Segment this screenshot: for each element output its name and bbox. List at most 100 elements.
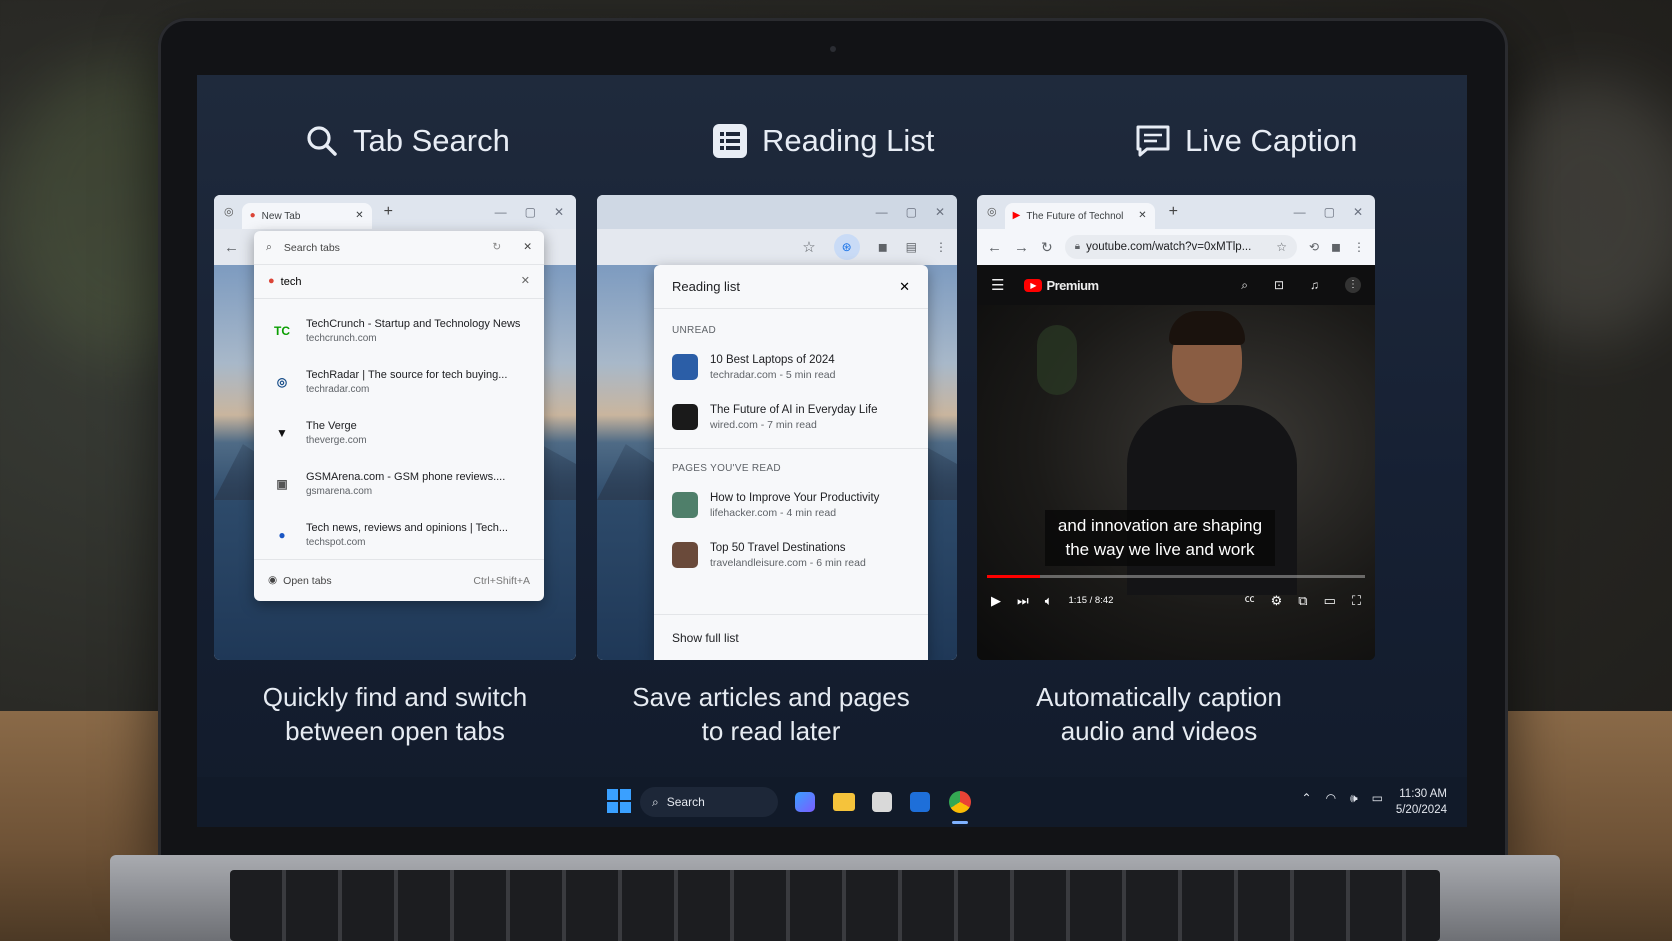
maximize-icon[interactable]: ▢ bbox=[525, 205, 536, 219]
reading-list-window: — ▢ ✕ ☆ ⊛ ◼ ▤ ⋮ Reading list ✕ UNREAD 10… bbox=[597, 195, 957, 660]
outlook-icon[interactable] bbox=[910, 792, 930, 812]
back-icon[interactable]: ← bbox=[987, 240, 1002, 255]
new-tab-icon[interactable]: + bbox=[384, 204, 393, 220]
chevron-up-icon[interactable]: ⌃ bbox=[1302, 792, 1312, 804]
play-icon[interactable]: ▶ bbox=[991, 594, 1001, 607]
taskbar-search-label: Search bbox=[666, 795, 705, 809]
chrome-menu-icon[interactable]: ◎ bbox=[224, 206, 234, 218]
reading-list-item[interactable]: How to Improve Your Productivity lifehack… bbox=[654, 480, 928, 530]
extension-icon[interactable]: ◼ bbox=[1331, 241, 1341, 253]
show-full-list-link[interactable]: Show full list bbox=[672, 631, 739, 645]
store-icon[interactable] bbox=[872, 792, 892, 812]
side-panel-icon[interactable]: ▤ bbox=[906, 241, 917, 253]
tab-result-item[interactable]: ● Tech news, reviews and opinions | Tech.… bbox=[254, 509, 544, 560]
tab-youtube[interactable]: ▶ The Future of Technol ✕ bbox=[1004, 203, 1155, 229]
window-controls: — ▢ ✕ bbox=[876, 205, 957, 219]
create-icon[interactable]: ⊡ bbox=[1274, 279, 1284, 291]
minimize-icon[interactable]: — bbox=[876, 205, 888, 219]
minimize-icon[interactable]: — bbox=[1294, 205, 1306, 219]
more-menu-icon[interactable]: ⋮ bbox=[1353, 241, 1365, 253]
miniplayer-icon[interactable]: ⧉ bbox=[1298, 594, 1307, 607]
refresh-icon[interactable]: ↻ bbox=[492, 242, 501, 253]
clear-query-icon[interactable]: ✕ bbox=[521, 276, 530, 287]
fullscreen-icon[interactable]: ⛶ bbox=[1352, 594, 1361, 607]
tab-result-text: TechRadar | The source for tech buying..… bbox=[306, 369, 507, 395]
result-url: techspot.com bbox=[306, 536, 366, 548]
clock[interactable]: 11:30 AM 5/20/2024 bbox=[1396, 786, 1447, 818]
address-bar[interactable]: 🔒︎ youtube.com/watch?v=0xMTlp... ☆ bbox=[1064, 235, 1297, 259]
new-tab-icon[interactable]: + bbox=[1169, 204, 1178, 220]
result-url: techradar.com bbox=[306, 383, 370, 395]
forward-icon[interactable]: → bbox=[1014, 240, 1029, 255]
chrome-menu-icon[interactable]: ◎ bbox=[987, 206, 997, 218]
close-window-icon[interactable]: ✕ bbox=[554, 205, 564, 219]
taskbar-search[interactable]: ⌕ Search bbox=[640, 787, 778, 817]
tab-result-item[interactable]: TC TechCrunch - Startup and Technology Ne… bbox=[254, 305, 544, 356]
feature-caption-reading-list: Save articles and pages to read later bbox=[632, 682, 910, 746]
close-popup-icon[interactable]: ✕ bbox=[523, 242, 532, 253]
open-tabs-footer[interactable]: ◉ Open tabs Ctrl+Shift+A bbox=[254, 559, 544, 601]
search-tabs-input[interactable]: Search tabs bbox=[284, 242, 340, 254]
battery-icon[interactable]: ▭ bbox=[1372, 792, 1383, 804]
volume-icon[interactable]: 🕪︎ bbox=[1350, 792, 1358, 804]
article-title: How to Improve Your Productivity bbox=[710, 491, 880, 504]
close-tab-icon[interactable]: ✕ bbox=[1138, 211, 1146, 221]
tab-result-item[interactable]: ▼ The Verge theverge.com bbox=[254, 407, 544, 458]
bookmark-star-icon[interactable]: ☆ bbox=[1276, 241, 1287, 253]
system-tray: ⌃ ◠ 🕪︎ ▭ bbox=[1302, 792, 1383, 804]
read-list: How to Improve Your Productivity lifehack… bbox=[654, 480, 928, 580]
close-tab-icon[interactable]: ✕ bbox=[355, 211, 363, 221]
wifi-icon[interactable]: ◠ bbox=[1326, 792, 1336, 804]
account-icon[interactable]: ⋮ bbox=[1345, 277, 1361, 293]
close-icon[interactable]: ✕ bbox=[899, 280, 910, 293]
reading-list-icon bbox=[713, 124, 747, 158]
result-title: TechCrunch - Startup and Technology News bbox=[306, 317, 521, 330]
tab-label: New Tab bbox=[261, 210, 301, 222]
close-window-icon[interactable]: ✕ bbox=[935, 205, 945, 219]
minimize-icon[interactable]: — bbox=[495, 205, 507, 219]
toolbar: ☆ ⊛ ◼ ▤ ⋮ bbox=[597, 229, 957, 265]
tab-result-text: Tech news, reviews and opinions | Tech..… bbox=[306, 522, 508, 548]
video-player[interactable]: and innovation are shaping the way we li… bbox=[977, 305, 1375, 660]
sync-icon[interactable]: ⟲ bbox=[1309, 241, 1319, 253]
youtube-icon: ▶ bbox=[1012, 210, 1021, 221]
copilot-icon[interactable] bbox=[795, 792, 815, 812]
next-icon[interactable]: ⏭︎ bbox=[1017, 594, 1029, 607]
back-icon[interactable]: ← bbox=[224, 240, 239, 255]
search-icon[interactable]: ⌕ bbox=[1241, 279, 1248, 291]
bookmark-star-icon[interactable]: ☆ bbox=[802, 240, 815, 255]
tab-strip: ◎ ▶ The Future of Technol ✕ + — ▢ ✕ bbox=[977, 195, 1375, 229]
file-explorer-icon[interactable] bbox=[833, 793, 855, 811]
reload-icon[interactable]: ↻ bbox=[1041, 240, 1053, 254]
search-icon: ⌕ bbox=[266, 241, 272, 254]
tab-new-tab[interactable]: ● New Tab ✕ bbox=[241, 203, 372, 229]
settings-icon[interactable]: ⚙︎ bbox=[1271, 594, 1283, 607]
more-menu-icon[interactable]: ⋮ bbox=[935, 241, 947, 253]
reading-list-item[interactable]: The Future of AI in Everyday Life wired.c… bbox=[654, 392, 928, 442]
hamburger-menu-icon[interactable]: ☰ bbox=[991, 278, 1004, 293]
notifications-icon[interactable]: ♫ bbox=[1310, 279, 1319, 291]
query-field[interactable]: tech bbox=[281, 276, 302, 288]
chrome-taskbar-icon[interactable] bbox=[949, 791, 971, 813]
tab-search-window: ◎ ● New Tab ✕ + — ▢ ✕ ← ⌕ Search tabs ↻ … bbox=[214, 195, 576, 660]
reading-list-button-icon[interactable]: ⊛ bbox=[833, 234, 860, 260]
tab-results-list: TC TechCrunch - Startup and Technology Ne… bbox=[254, 299, 544, 560]
reading-list-item[interactable]: 10 Best Laptops of 2024 techradar.com - 5… bbox=[654, 342, 928, 392]
article-title: The Future of AI in Everyday Life bbox=[710, 403, 878, 416]
shortcut-label: Ctrl+Shift+A bbox=[473, 574, 530, 587]
extension-icon[interactable]: ◼ bbox=[878, 241, 888, 253]
theater-icon[interactable]: ▭ bbox=[1324, 594, 1336, 607]
close-window-icon[interactable]: ✕ bbox=[1353, 205, 1363, 219]
feature-header-live-caption: Live Caption bbox=[1135, 111, 1357, 171]
youtube-logo-icon[interactable]: ▶ bbox=[1024, 278, 1043, 292]
start-icon[interactable] bbox=[607, 789, 631, 813]
site-favicon-icon: ▣ bbox=[276, 476, 288, 491]
maximize-icon[interactable]: ▢ bbox=[1324, 205, 1335, 219]
tab-result-item[interactable]: ▣ GSMArena.com - GSM phone reviews.... gsm… bbox=[254, 458, 544, 509]
progress-track[interactable] bbox=[987, 575, 1365, 578]
reading-list-item[interactable]: Top 50 Travel Destinations travelandleisu… bbox=[654, 530, 928, 580]
subtitles-icon[interactable]: ㏄ bbox=[1245, 595, 1255, 605]
tab-result-item[interactable]: ◎ TechRadar | The source for tech buying.… bbox=[254, 356, 544, 407]
volume-icon[interactable]: 🔈︎ bbox=[1045, 594, 1053, 607]
maximize-icon[interactable]: ▢ bbox=[906, 205, 917, 219]
